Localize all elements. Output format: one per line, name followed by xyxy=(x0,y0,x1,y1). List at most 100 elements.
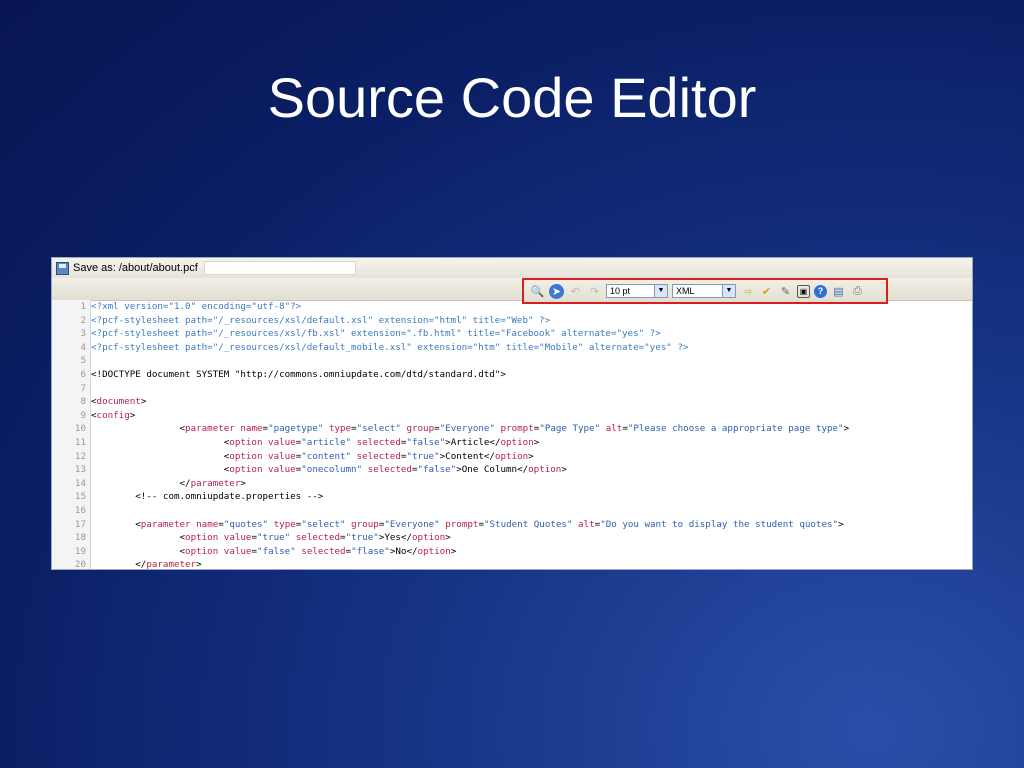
line-number: 18 xyxy=(74,532,86,544)
line-number: 6 xyxy=(80,369,86,380)
code-line[interactable]: 7 xyxy=(52,382,972,396)
floppy-disk-icon[interactable] xyxy=(56,261,69,275)
code-token: > xyxy=(450,545,457,557)
eraser-icon[interactable]: ✎ xyxy=(778,284,793,299)
language-select[interactable]: XML ▼ xyxy=(672,284,736,298)
code-token: < xyxy=(91,518,141,530)
code-line[interactable]: 12 <option value="content" selected="tru… xyxy=(52,450,972,464)
code-token: "true" xyxy=(406,450,440,462)
code-token: selected xyxy=(301,545,346,557)
save-path-field[interactable] xyxy=(203,261,356,275)
code-line[interactable]: 2 <?pcf-stylesheet path="/_resources/xsl/… xyxy=(52,314,972,328)
code-token: parameter xyxy=(185,423,235,435)
code-token: "Everyone" xyxy=(384,518,440,530)
code-token: <?pcf-stylesheet path="/_resources/xsl/f… xyxy=(91,328,661,340)
code-token: <?xml version="1.0" encoding="utf-8"?> xyxy=(91,301,302,312)
code-token: "pagetype" xyxy=(268,423,324,435)
code-line[interactable]: 18 <option value="true" selected="true">… xyxy=(52,531,972,545)
code-line[interactable]: 19 <option value="false" selected="flase… xyxy=(52,545,972,559)
goto-icon[interactable]: ➤ xyxy=(549,283,564,299)
code-token: "Please choose a appropriate page type" xyxy=(627,423,844,435)
code-token: group xyxy=(406,423,435,435)
line-number: 17 xyxy=(74,518,86,530)
code-line[interactable]: 1 <?xml version="1.0" encoding="utf-8"?> xyxy=(52,300,972,314)
code-token: < xyxy=(91,545,186,557)
redo-icon[interactable]: ↷ xyxy=(587,284,602,299)
code-line[interactable]: 14 </parameter> xyxy=(52,477,972,491)
code-token: > xyxy=(843,423,850,435)
code-token: option xyxy=(417,545,451,557)
code-token: > xyxy=(196,559,202,570)
code-line[interactable]: 9 <config> xyxy=(52,409,972,423)
code-token: document xyxy=(96,396,141,408)
slide-title: Source Code Editor xyxy=(267,66,757,129)
code-token: value xyxy=(268,450,296,462)
code-line[interactable]: 10 <parameter name="pagetype" type="sele… xyxy=(52,422,972,436)
code-line[interactable]: 11 <option value="article" selected="fal… xyxy=(52,436,972,450)
code-token: < xyxy=(91,532,186,544)
code-token: group xyxy=(351,518,379,530)
code-token: < xyxy=(91,450,230,462)
code-token: option xyxy=(411,532,446,544)
code-line[interactable]: 3 <?pcf-stylesheet path="/_resources/xsl/… xyxy=(52,327,972,341)
code-token: "Do you want to display the student quot… xyxy=(600,518,839,530)
code-token: <!-- com.omniupdate.properties --> xyxy=(91,491,324,503)
check-icon[interactable]: ✔ xyxy=(759,284,774,299)
print-icon[interactable]: ⎙ xyxy=(850,284,865,299)
code-line[interactable]: 13 <option value="onecolumn" selected="f… xyxy=(52,463,972,477)
code-token: alt xyxy=(578,518,595,530)
code-token: < xyxy=(91,437,230,448)
code-token: "true" xyxy=(345,532,379,544)
code-token: parameter xyxy=(146,559,197,570)
code-line[interactable]: 16 xyxy=(52,504,972,518)
code-line[interactable]: 8 <document> xyxy=(52,395,972,409)
format-icon[interactable]: ⇒ xyxy=(740,284,755,299)
code-line[interactable]: 17 <parameter name="quotes" type="select… xyxy=(52,518,972,532)
code-token: name xyxy=(240,423,263,435)
code-token: "select" xyxy=(356,423,401,435)
code-line[interactable]: 4 <?pcf-stylesheet path="/_resources/xsl/… xyxy=(52,341,972,355)
save-bar: Save as: /about/about.pcf xyxy=(52,258,972,279)
code-token: option xyxy=(229,437,263,448)
code-token: >One Column</ xyxy=(456,464,529,476)
line-number: 11 xyxy=(74,437,86,448)
code-token: option xyxy=(500,437,534,448)
font-size-select[interactable]: 10 pt ▼ xyxy=(606,284,668,298)
code-token: value xyxy=(268,437,296,448)
code-token: >No</ xyxy=(389,545,418,557)
line-number: 20 xyxy=(74,559,86,570)
code-token: <?pcf-stylesheet path="/_resources/xsl/d… xyxy=(91,314,551,326)
code-token: "quotes" xyxy=(223,518,269,530)
code-line[interactable]: 20 </parameter> xyxy=(52,558,972,570)
code-line[interactable]: 5 xyxy=(52,354,972,368)
source-code-editor: Save as: /about/about.pcf 🔍 ➤ ↶ ↷ 10 pt … xyxy=(51,257,973,570)
code-token: "select" xyxy=(301,518,346,530)
code-area[interactable]: 1 <?xml version="1.0" encoding="utf-8"?> 2… xyxy=(52,300,972,570)
code-token: </ xyxy=(91,559,147,570)
code-token: "flase" xyxy=(351,545,390,557)
code-token: value xyxy=(223,532,252,544)
fullscreen-icon[interactable]: ▣ xyxy=(797,284,810,298)
undo-icon[interactable]: ↶ xyxy=(568,284,583,299)
code-token: type xyxy=(328,423,352,435)
code-token: "content" xyxy=(301,450,352,462)
code-token: selected xyxy=(356,437,401,448)
code-token: <!DOCTYPE document SYSTEM "http://common… xyxy=(91,369,506,380)
chevron-down-icon: ▼ xyxy=(722,285,735,297)
save-icon[interactable]: ▤ xyxy=(831,284,846,299)
code-token: alt xyxy=(605,423,623,435)
code-line[interactable]: 6 <!DOCTYPE document SYSTEM "http://commo… xyxy=(52,368,972,382)
help-icon[interactable]: ? xyxy=(814,284,827,298)
code-token: >Content</ xyxy=(439,450,495,462)
code-token: value xyxy=(223,545,252,557)
binoculars-icon[interactable]: 🔍 xyxy=(530,284,545,299)
code-line[interactable]: 15 <!-- com.omniupdate.properties --> xyxy=(52,490,972,504)
line-number: 7 xyxy=(80,382,86,394)
code-token: > xyxy=(445,532,451,544)
code-token: > xyxy=(838,518,844,530)
code-token: "Everyone" xyxy=(439,423,495,435)
line-number: 3 xyxy=(80,328,86,340)
code-token: option xyxy=(185,545,219,557)
editor-toolbar: 🔍 ➤ ↶ ↷ 10 pt ▼ XML ▼ ⇒ ✔ ✎ ▣ ? ▤ ⎙ xyxy=(52,278,972,304)
code-token: config xyxy=(96,409,130,421)
